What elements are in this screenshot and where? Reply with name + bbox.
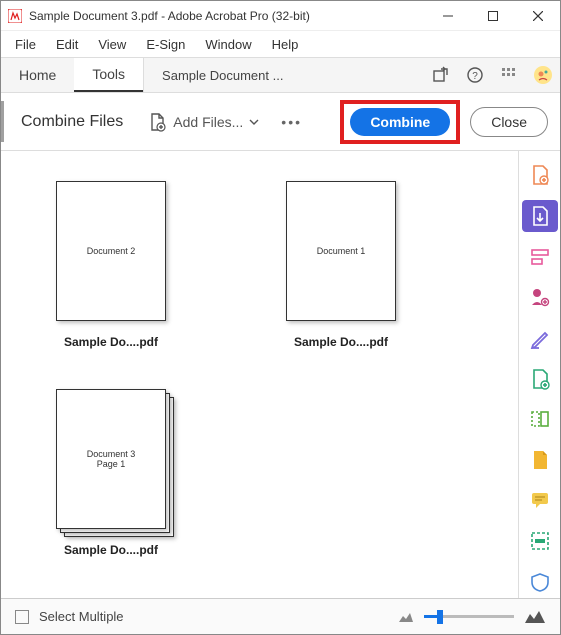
nav-tools[interactable]: Tools <box>74 58 143 92</box>
canvas-wrap: Document 2 Sample Do....pdf Document 1 S… <box>1 151 518 598</box>
toolbar-accent <box>1 101 4 142</box>
thumb-label: Sample Do....pdf <box>294 335 388 349</box>
more-options-button[interactable]: ••• <box>277 110 306 134</box>
preview-text: Document 1 <box>317 246 366 256</box>
select-multiple-label: Select Multiple <box>39 609 124 624</box>
main-area: Document 2 Sample Do....pdf Document 1 S… <box>1 151 560 598</box>
page-stack: Document 3 Page 1 <box>56 389 166 529</box>
help-icon[interactable]: ? <box>458 58 492 92</box>
annotate-icon[interactable] <box>522 322 558 355</box>
nav-home[interactable]: Home <box>1 58 74 92</box>
thumb-label: Sample Do....pdf <box>64 543 158 557</box>
tool-rail <box>518 151 560 598</box>
bell-icon[interactable] <box>526 58 560 92</box>
select-multiple-checkbox[interactable] <box>15 610 29 624</box>
protect-icon[interactable] <box>522 565 558 598</box>
window-title: Sample Document 3.pdf - Adobe Acrobat Pr… <box>29 9 425 23</box>
comment-icon[interactable] <box>522 484 558 517</box>
chevron-down-icon <box>249 117 259 127</box>
zoom-slider[interactable] <box>424 615 514 618</box>
sign-icon[interactable] <box>522 281 558 314</box>
document-thumb[interactable]: Document 1 Sample Do....pdf <box>281 181 401 349</box>
apps-icon[interactable] <box>492 58 526 92</box>
zoom-handle[interactable] <box>437 610 443 624</box>
menu-view[interactable]: View <box>88 34 136 55</box>
redact-icon[interactable] <box>522 525 558 558</box>
titlebar: Sample Document 3.pdf - Adobe Acrobat Pr… <box>1 1 560 31</box>
app-window: Sample Document 3.pdf - Adobe Acrobat Pr… <box>0 0 561 635</box>
zoom-in-icon[interactable] <box>524 610 546 624</box>
preview-text: Page 1 <box>97 459 126 469</box>
combine-button[interactable]: Combine <box>350 108 450 136</box>
zoom-out-icon[interactable] <box>398 611 414 623</box>
export-pdf-icon[interactable] <box>522 200 558 233</box>
document-thumb[interactable]: Document 3 Page 1 Sample Do....pdf <box>51 389 171 557</box>
app-icon <box>7 8 23 24</box>
menu-file[interactable]: File <box>5 34 46 55</box>
page-preview: Document 3 Page 1 <box>56 389 166 529</box>
combine-toolbar: Combine Files Add Files... ••• Combine C… <box>1 93 560 151</box>
menu-esign[interactable]: E-Sign <box>136 34 195 55</box>
edit-pdf-icon[interactable] <box>522 240 558 273</box>
svg-text:?: ? <box>472 71 478 82</box>
share-icon[interactable] <box>424 58 458 92</box>
menu-window[interactable]: Window <box>195 34 261 55</box>
add-files-icon <box>147 112 167 132</box>
minimize-button[interactable] <box>425 1 470 31</box>
preview-text: Document 3 <box>87 449 136 459</box>
document-thumb[interactable]: Document 2 Sample Do....pdf <box>51 181 171 349</box>
menu-edit[interactable]: Edit <box>46 34 88 55</box>
stamp-icon[interactable] <box>522 443 558 476</box>
thumb-label: Sample Do....pdf <box>64 335 158 349</box>
add-files-button[interactable]: Add Files... <box>141 108 265 136</box>
document-tab[interactable]: Sample Document ... <box>143 58 301 92</box>
toolbar-title: Combine Files <box>21 113 123 131</box>
page-preview: Document 2 <box>56 181 166 321</box>
close-window-button[interactable] <box>515 1 560 31</box>
compare-icon[interactable] <box>522 403 558 436</box>
top-nav: Home Tools Sample Document ... ? <box>1 57 560 93</box>
page-preview: Document 1 <box>286 181 396 321</box>
preview-text: Document 2 <box>87 246 136 256</box>
maximize-button[interactable] <box>470 1 515 31</box>
create-pdf-icon[interactable] <box>522 159 558 192</box>
window-controls <box>425 1 560 31</box>
menubar: File Edit View E-Sign Window Help <box>1 31 560 57</box>
zoom-control <box>398 610 546 624</box>
close-button[interactable]: Close <box>470 107 548 137</box>
add-files-label: Add Files... <box>173 114 243 130</box>
footer: Select Multiple <box>1 598 560 634</box>
document-canvas[interactable]: Document 2 Sample Do....pdf Document 1 S… <box>1 151 518 598</box>
organize-icon[interactable] <box>522 362 558 395</box>
menu-help[interactable]: Help <box>262 34 309 55</box>
combine-highlight: Combine <box>340 100 460 144</box>
